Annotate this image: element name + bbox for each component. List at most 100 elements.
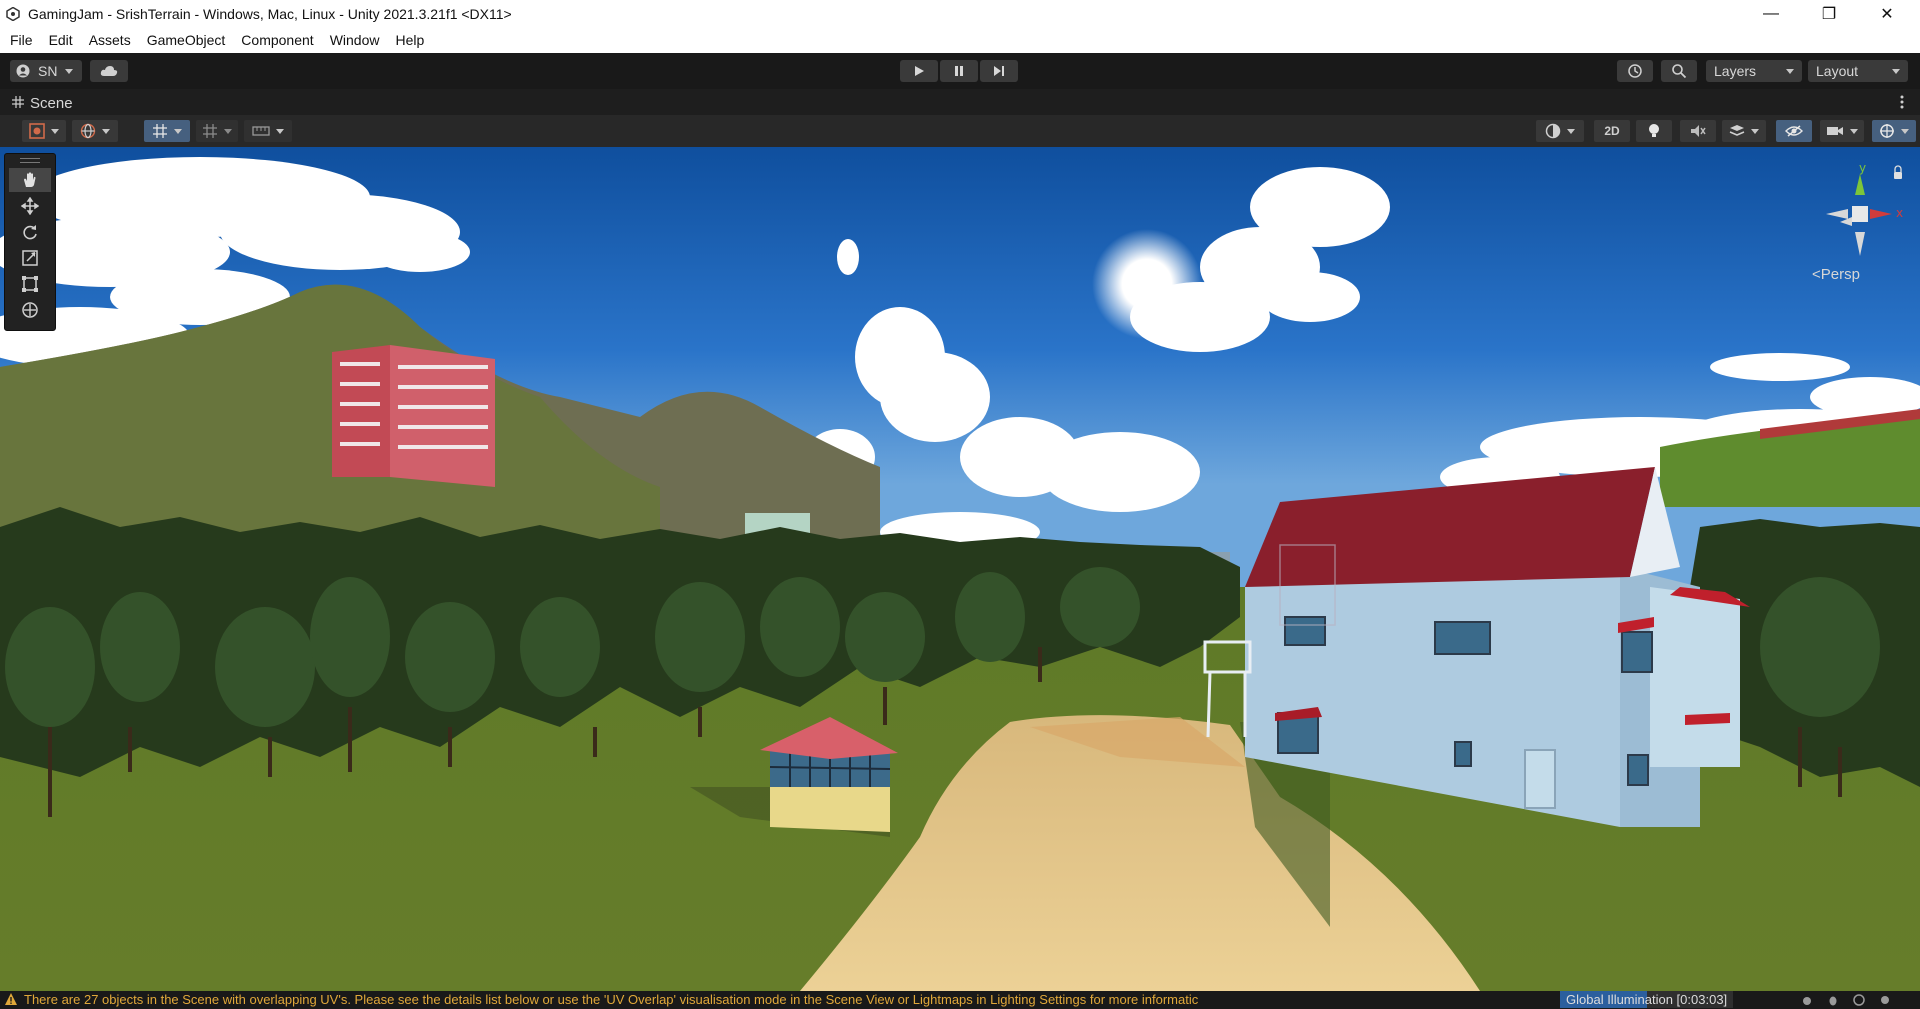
status-bar: There are 27 objects in the Scene with o… (0, 991, 1920, 1008)
lighting-toggle[interactable] (1636, 120, 1672, 142)
menu-window[interactable]: Window (322, 28, 388, 53)
main-toolbar: SN Layers Layout (0, 53, 1920, 89)
rect-tool-button[interactable] (9, 272, 51, 296)
shading-mode-icon (29, 123, 45, 139)
neg-x-axis-cone[interactable] (1826, 209, 1848, 219)
ruler-dropdown[interactable] (244, 120, 292, 142)
grid-snap-dropdown[interactable] (144, 120, 190, 142)
chevron-down-icon (1567, 128, 1575, 134)
search-button[interactable] (1661, 60, 1697, 82)
hand-icon (24, 172, 36, 187)
x-axis-cone[interactable] (1870, 209, 1892, 219)
center-cube[interactable] (1852, 206, 1868, 222)
layers-label: Layers (1714, 63, 1757, 79)
cache-icon[interactable] (1852, 993, 1866, 1007)
light-bulb-icon (1649, 124, 1659, 137)
sphere-shading-icon (1545, 123, 1561, 139)
bug-icon[interactable] (1826, 993, 1840, 1007)
camera-dropdown[interactable] (1820, 120, 1864, 142)
step-button[interactable] (980, 60, 1018, 82)
menu-bar: File Edit Assets GameObject Component Wi… (0, 28, 1920, 53)
settings-icon[interactable] (1878, 993, 1892, 1007)
shading-dropdown[interactable] (1536, 120, 1584, 142)
y-axis-label: y (1859, 161, 1866, 175)
projection-toggle[interactable]: <Persp (1812, 266, 1860, 283)
y-axis-cone[interactable] (1855, 174, 1865, 195)
chevron-down-icon (51, 128, 59, 134)
gi-label: Global Illumination [0:03:03] (1566, 992, 1728, 1007)
scale-icon (22, 250, 38, 266)
chevron-down-icon (1850, 128, 1858, 134)
account-label: SN (38, 63, 58, 79)
menu-edit[interactable]: Edit (41, 28, 81, 53)
transform-tool-button[interactable] (9, 298, 51, 322)
global-illumination-progress[interactable]: Global Illumination [0:03:03] (1560, 991, 1734, 1008)
maximize-button[interactable]: ❐ (1800, 0, 1858, 28)
gizmo-icon (1880, 124, 1894, 138)
tab-scene[interactable]: Scene (30, 95, 73, 112)
play-button[interactable] (900, 60, 938, 82)
grid-icon (12, 96, 24, 111)
red-apartment-building (332, 345, 495, 487)
projection-label: Persp (1820, 266, 1860, 283)
chevron-down-icon (1892, 68, 1900, 74)
account-dropdown[interactable]: SN (10, 60, 82, 82)
effects-layers-icon (1729, 125, 1745, 136)
scene-toolbar: 2D (0, 115, 1920, 148)
search-icon (1672, 64, 1687, 79)
undo-history-button[interactable] (1617, 60, 1653, 82)
menu-help[interactable]: Help (387, 28, 432, 53)
chevron-down-icon (224, 128, 232, 134)
chevron-down-icon (1901, 128, 1909, 134)
scene-render[interactable] (0, 147, 1920, 991)
minimize-button[interactable]: — (1742, 0, 1800, 28)
increment-snap-dropdown[interactable] (196, 120, 238, 142)
chevron-down-icon (276, 128, 284, 134)
chevron-down-icon (102, 128, 110, 134)
history-icon (1628, 64, 1642, 78)
pause-button[interactable] (940, 60, 978, 82)
layout-label: Layout (1816, 63, 1859, 79)
debug-icon[interactable] (1800, 993, 1814, 1007)
back-chevron-icon: < (1812, 266, 1821, 283)
menu-component[interactable]: Component (233, 28, 321, 53)
unity-logo-icon (6, 7, 20, 21)
chevron-down-icon (1786, 68, 1794, 74)
neg-y-axis-cone[interactable] (1855, 232, 1865, 256)
effects-dropdown[interactable] (1722, 120, 1766, 142)
hidden-objects-toggle[interactable] (1776, 120, 1812, 142)
scene-tab-bar: Scene (0, 89, 1920, 115)
move-icon (21, 197, 39, 215)
scene-viewport[interactable] (0, 147, 1920, 991)
menu-file[interactable]: File (0, 28, 41, 53)
menu-gameobject[interactable]: GameObject (139, 28, 234, 53)
layers-dropdown[interactable]: Layers (1706, 60, 1802, 82)
rotate-icon (23, 225, 37, 240)
mute-audio-icon (1691, 125, 1706, 137)
menu-assets[interactable]: Assets (81, 28, 139, 53)
window-title: GamingJam - SrishTerrain - Windows, Mac,… (28, 6, 512, 22)
hand-tool-button[interactable] (9, 168, 51, 192)
cloud-button[interactable] (90, 60, 128, 82)
scale-tool-button[interactable] (9, 246, 51, 270)
layout-dropdown[interactable]: Layout (1808, 60, 1908, 82)
more-options-icon[interactable] (1898, 93, 1906, 111)
toggle-2d-button[interactable]: 2D (1594, 120, 1630, 142)
gizmos-dropdown[interactable] (1872, 120, 1916, 142)
transform-tool-palette (4, 153, 56, 331)
transform-icon (22, 302, 38, 318)
x-axis-label: x (1896, 206, 1903, 220)
close-button[interactable]: ✕ (1858, 0, 1916, 28)
move-tool-button[interactable] (9, 194, 51, 218)
draw-mode-dropdown[interactable] (22, 120, 66, 142)
audio-toggle[interactable] (1680, 120, 1716, 142)
step-icon (994, 66, 1004, 76)
play-icon (915, 66, 924, 76)
global-view-dropdown[interactable] (72, 120, 118, 142)
status-icons (1800, 992, 1910, 1007)
drag-handle[interactable] (20, 158, 40, 163)
lock-icon[interactable] (1894, 172, 1902, 179)
window-title-bar: GamingJam - SrishTerrain - Windows, Mac,… (0, 0, 1920, 28)
rotate-tool-button[interactable] (9, 220, 51, 244)
status-warning-message[interactable]: There are 27 objects in the Scene with o… (24, 991, 1198, 1008)
